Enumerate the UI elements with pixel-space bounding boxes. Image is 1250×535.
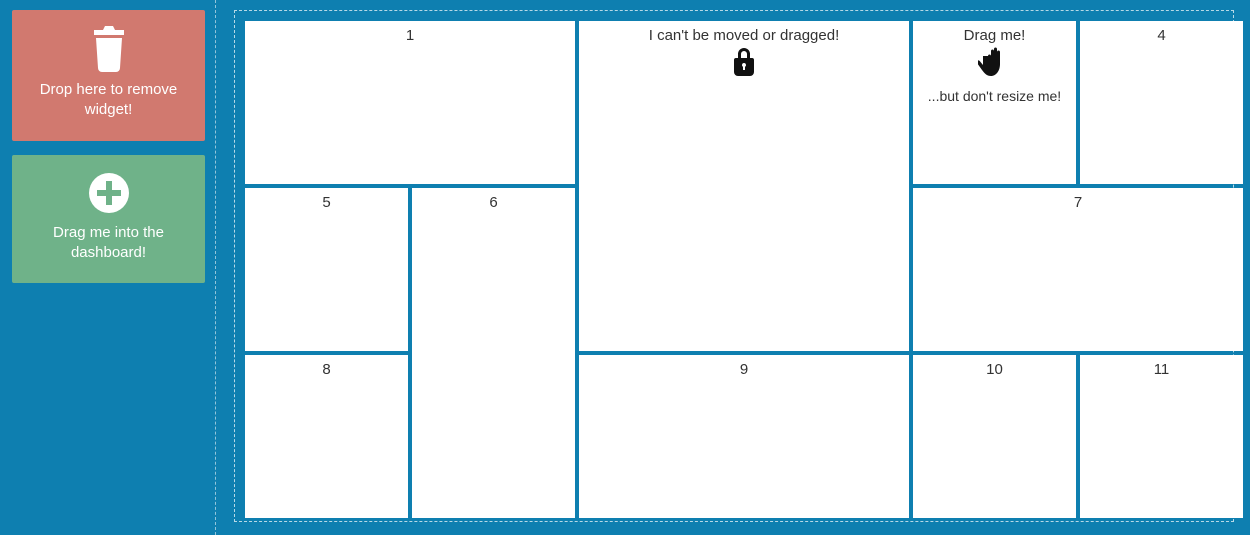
sidebar: Drop here to remove widget! Drag me into… bbox=[0, 0, 216, 535]
widget-title: 8 bbox=[245, 361, 408, 378]
widget-title: 10 bbox=[913, 361, 1076, 378]
add-widget-source[interactable]: Drag me into the dashboard! bbox=[12, 155, 205, 284]
app-layout: Drop here to remove widget! Drag me into… bbox=[0, 0, 1250, 535]
widget-title: 9 bbox=[579, 361, 909, 378]
widget-w1[interactable]: 1 bbox=[245, 21, 575, 184]
widget-title: I can't be moved or dragged! bbox=[579, 27, 909, 44]
widget-title: 4 bbox=[1080, 27, 1243, 44]
remove-dropzone[interactable]: Drop here to remove widget! bbox=[12, 10, 205, 141]
widget-title: 6 bbox=[412, 194, 575, 211]
plus-circle-icon bbox=[87, 171, 131, 215]
widget-title: Drag me! bbox=[913, 27, 1076, 44]
widget-w4[interactable]: 4 bbox=[1080, 21, 1243, 184]
hand-icon bbox=[978, 46, 1012, 78]
widget-w9[interactable]: 9 bbox=[579, 355, 909, 518]
add-widget-label: Drag me into the dashboard! bbox=[22, 223, 195, 264]
widget-w7[interactable]: 7 bbox=[913, 188, 1243, 351]
trash-icon bbox=[88, 26, 130, 72]
widget-title: 1 bbox=[245, 27, 575, 44]
dashboard-grid[interactable]: 1I can't be moved or dragged!Drag me!...… bbox=[234, 10, 1234, 522]
widget-w2: I can't be moved or dragged! bbox=[579, 21, 909, 351]
dashboard-area: 1I can't be moved or dragged!Drag me!...… bbox=[216, 0, 1250, 535]
lock-icon bbox=[730, 46, 758, 76]
widget-w11[interactable]: 11 bbox=[1080, 355, 1243, 518]
widget-title: 11 bbox=[1080, 361, 1243, 378]
widget-w3[interactable]: Drag me! ...but don't resize me! bbox=[913, 21, 1076, 184]
widget-title: 7 bbox=[913, 194, 1243, 211]
widget-w8[interactable]: 8 bbox=[245, 355, 408, 518]
widget-w10[interactable]: 10 bbox=[913, 355, 1076, 518]
remove-dropzone-label: Drop here to remove widget! bbox=[22, 80, 195, 121]
widget-w5[interactable]: 5 bbox=[245, 188, 408, 351]
widget-w6[interactable]: 6 bbox=[412, 188, 575, 518]
widget-title: 5 bbox=[245, 194, 408, 211]
widget-subtext: ...but don't resize me! bbox=[913, 88, 1076, 104]
